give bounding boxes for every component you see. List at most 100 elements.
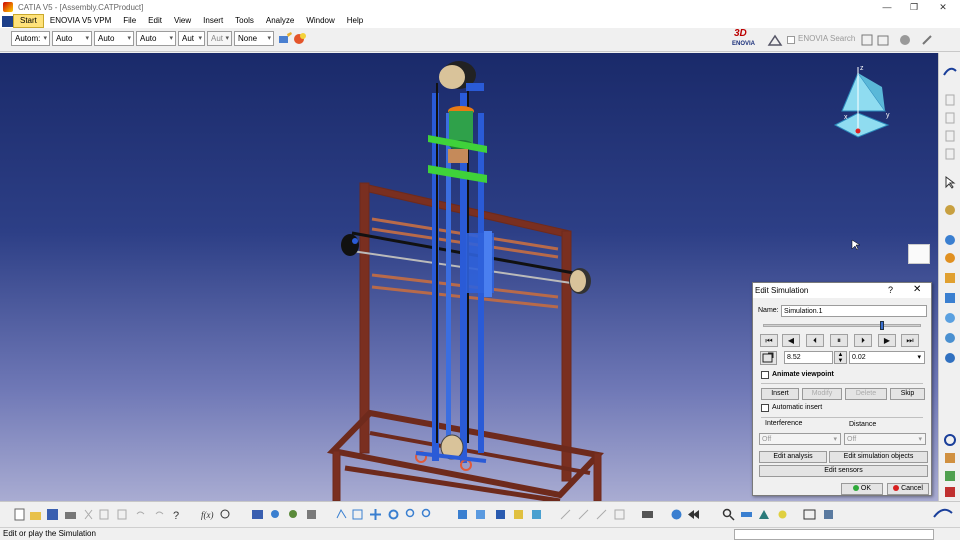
snap-icon[interactable] [559, 508, 572, 521]
enovia-search-label[interactable]: ENOVIA Search [798, 34, 855, 43]
edge-panel-button[interactable] [908, 244, 930, 264]
increment-combo[interactable]: 0.02 ▾ [849, 351, 925, 364]
edit-simulation-objects-button[interactable]: Edit simulation objects [829, 451, 928, 463]
play-backward-button[interactable]: ◀ [782, 334, 800, 347]
maximize-button[interactable]: ❐ [900, 0, 928, 14]
graphic-properties-combo-4[interactable]: Auto ▾ [136, 31, 176, 46]
menu-file[interactable]: File [117, 14, 142, 28]
properties-icon[interactable] [292, 31, 308, 47]
select-arrow-icon[interactable] [942, 175, 958, 189]
rewind-icon[interactable] [688, 508, 701, 521]
skip-button[interactable]: Skip [890, 388, 925, 400]
simulation-slider-thumb[interactable] [879, 321, 884, 330]
graphic-properties-combo-2[interactable]: Auto ▾ [52, 31, 92, 46]
tool-7-icon[interactable] [942, 485, 958, 499]
edit-analysis-button[interactable]: Edit analysis [759, 451, 827, 463]
knowledge-icon[interactable] [219, 508, 232, 521]
step-backward-button[interactable]: ⏴ [806, 334, 824, 347]
menu-enovia[interactable]: ENOVIA V5 VPM [44, 14, 117, 28]
menu-edit[interactable]: Edit [142, 14, 168, 28]
save-icon[interactable] [46, 508, 59, 521]
part-icon[interactable] [305, 508, 318, 521]
new-icon[interactable] [13, 508, 26, 521]
step-value-field[interactable]: 8.52 [784, 351, 833, 364]
tool-5-icon[interactable] [942, 451, 958, 465]
undo-icon[interactable] [134, 508, 147, 521]
iso-view-icon[interactable] [474, 508, 487, 521]
edit-sensors-button[interactable]: Edit sensors [759, 465, 928, 477]
menu-view[interactable]: View [168, 14, 197, 28]
enovia-tools-icon[interactable] [920, 33, 934, 47]
sample-icon[interactable] [287, 508, 300, 521]
explode-icon[interactable] [613, 508, 626, 521]
menu-insert[interactable]: Insert [197, 14, 229, 28]
tree-icon[interactable] [269, 508, 282, 521]
command-input[interactable] [734, 529, 934, 540]
replay-icon[interactable] [942, 351, 958, 365]
tool-4-icon[interactable] [942, 147, 958, 161]
insert-button[interactable]: Insert [761, 388, 799, 400]
step-spinner[interactable]: ▲ ▼ [834, 351, 847, 364]
tool-6-icon[interactable] [942, 469, 958, 483]
distance-icon[interactable] [942, 331, 958, 345]
print-icon[interactable] [64, 508, 77, 521]
pan-icon[interactable] [369, 508, 382, 521]
assembly-icon[interactable] [942, 203, 958, 217]
section-icon[interactable] [758, 508, 771, 521]
dialog-title-bar[interactable]: Edit Simulation ? ✕ [753, 283, 931, 298]
tool-3-icon[interactable] [942, 129, 958, 143]
compass-tool-icon[interactable] [670, 508, 683, 521]
menu-help[interactable]: Help [341, 14, 369, 28]
report-icon[interactable] [822, 508, 835, 521]
fly-mode-icon[interactable] [335, 508, 348, 521]
enovia-open-icon[interactable] [860, 33, 874, 47]
automatic-insert-checkbox[interactable] [761, 404, 769, 412]
camera-icon[interactable] [641, 508, 654, 521]
help-button[interactable]: ? [888, 285, 893, 295]
search-icon[interactable] [722, 508, 735, 521]
painter-icon[interactable] [277, 31, 293, 47]
track-icon[interactable] [942, 251, 958, 265]
distance-combo[interactable]: Off ▾ [844, 433, 926, 445]
compass-widget[interactable]: z x y [833, 65, 890, 138]
animate-viewpoint-checkbox[interactable] [761, 371, 769, 379]
copy-icon[interactable] [98, 508, 111, 521]
menu-tools[interactable]: Tools [229, 14, 260, 28]
menu-window[interactable]: Window [300, 14, 340, 28]
graphic-properties-combo-6[interactable]: Aut ▾ [207, 31, 232, 46]
minimize-button[interactable]: — [873, 0, 901, 14]
analysis-icon[interactable] [942, 311, 958, 325]
catia-swirl-icon[interactable] [942, 433, 958, 447]
ok-button[interactable]: OK [841, 483, 883, 495]
clash-icon[interactable] [942, 291, 958, 305]
jump-to-start-button[interactable]: ⏮ [760, 334, 778, 347]
zoom-in-icon[interactable] [405, 508, 418, 521]
pause-button[interactable]: ⏸ [830, 334, 848, 347]
whats-this-icon[interactable]: ? [171, 508, 184, 521]
measure-icon[interactable] [740, 508, 753, 521]
interference-combo[interactable]: Off ▾ [759, 433, 841, 445]
jump-to-end-button[interactable]: ⏭ [901, 334, 919, 347]
tool-1-icon[interactable] [942, 93, 958, 107]
fit-all-icon[interactable] [351, 508, 364, 521]
swap-visible-icon[interactable] [530, 508, 543, 521]
play-forward-button[interactable]: ▶ [878, 334, 896, 347]
formula-icon[interactable]: f(x) [201, 508, 214, 521]
modify-button[interactable]: Modify [802, 388, 842, 400]
close-window-button[interactable]: ✕ [929, 0, 957, 14]
sequence-icon[interactable] [942, 271, 958, 285]
normal-view-icon[interactable] [456, 508, 469, 521]
delete-button[interactable]: Delete [845, 388, 887, 400]
menu-start[interactable]: Start [13, 14, 44, 28]
swoosh-logo-icon[interactable] [942, 65, 958, 79]
redo-icon[interactable] [153, 508, 166, 521]
light-icon[interactable] [776, 508, 789, 521]
enovia-connect-icon[interactable] [767, 33, 783, 49]
rotate-icon[interactable] [387, 508, 400, 521]
menu-analyze[interactable]: Analyze [260, 14, 300, 28]
compare-icon[interactable] [803, 508, 816, 521]
graphic-properties-combo-7[interactable]: None ▾ [234, 31, 274, 46]
simulation-name-field[interactable]: Simulation.1 [781, 305, 927, 317]
hide-show-icon[interactable] [512, 508, 525, 521]
zoom-out-icon[interactable] [421, 508, 434, 521]
